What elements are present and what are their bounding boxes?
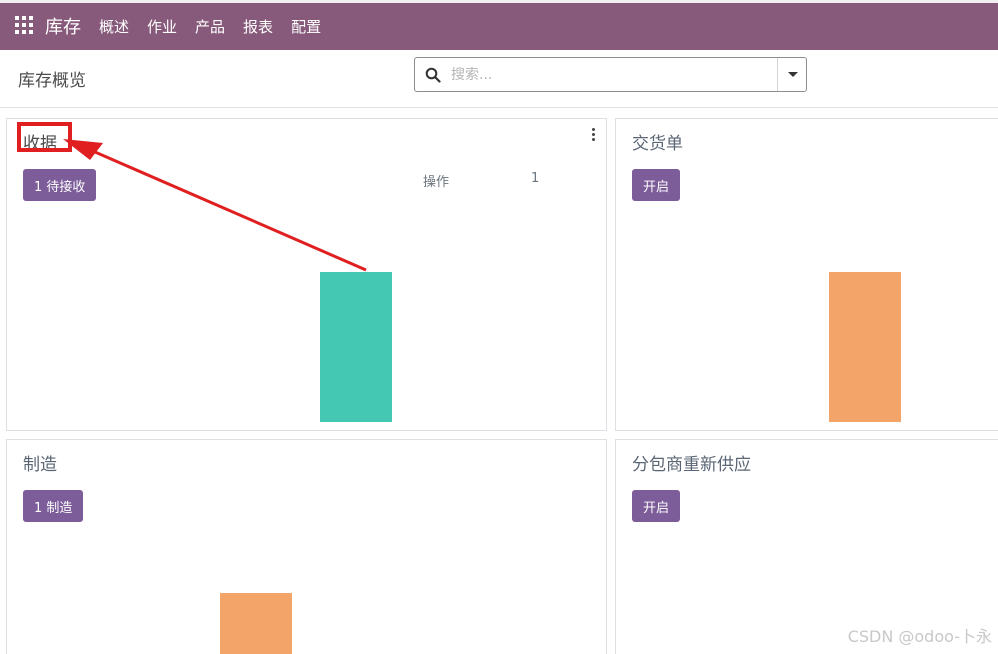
- menu-item-operations[interactable]: 作业: [147, 16, 177, 37]
- menu-item-reporting[interactable]: 报表: [243, 16, 273, 37]
- kanban-card-receipts[interactable]: 收据 1 待接收 操作 1: [6, 118, 607, 431]
- open-button-subcontracting[interactable]: 开启: [632, 490, 681, 522]
- graph-bar-manufacturing: [220, 593, 292, 654]
- annotation-highlight-box: [17, 122, 72, 152]
- graph-bar-delivery: [829, 272, 901, 422]
- kanban-card-manufacturing[interactable]: 制造 1 制造: [6, 439, 607, 654]
- menu-item-configuration[interactable]: 配置: [291, 16, 321, 37]
- app-brand[interactable]: 库存: [45, 13, 81, 39]
- menu-item-products[interactable]: 产品: [195, 16, 225, 37]
- kanban-card-subcontracting-resupply[interactable]: 分包商重新供应 开启: [615, 439, 998, 654]
- search-bar: [414, 57, 807, 92]
- search-input[interactable]: [451, 65, 771, 85]
- control-panel: 库存概览: [0, 50, 998, 108]
- menu-item-overview[interactable]: 概述: [99, 16, 129, 37]
- page-title: 库存概览: [18, 71, 86, 91]
- search-icon: [425, 67, 441, 83]
- top-navbar: 库存 概述 作业 产品 报表 配置: [0, 0, 998, 50]
- graph-delivery-orders: [829, 272, 901, 422]
- graph-manufacturing: [220, 593, 292, 654]
- kanban-card-delivery-orders[interactable]: 交货单 开启: [615, 118, 998, 431]
- main-menu: 概述 作业 产品 报表 配置: [99, 16, 339, 37]
- graph-receipts: [320, 272, 392, 422]
- card-title-subcontracting[interactable]: 分包商重新供应: [632, 450, 751, 475]
- apps-menu-icon[interactable]: [15, 16, 33, 34]
- graph-bar-receipts: [320, 272, 392, 422]
- search-divider: [777, 58, 778, 91]
- search-options-chevron-down-icon[interactable]: [779, 58, 807, 91]
- watermark: CSDN @odoo-卜永: [847, 627, 992, 646]
